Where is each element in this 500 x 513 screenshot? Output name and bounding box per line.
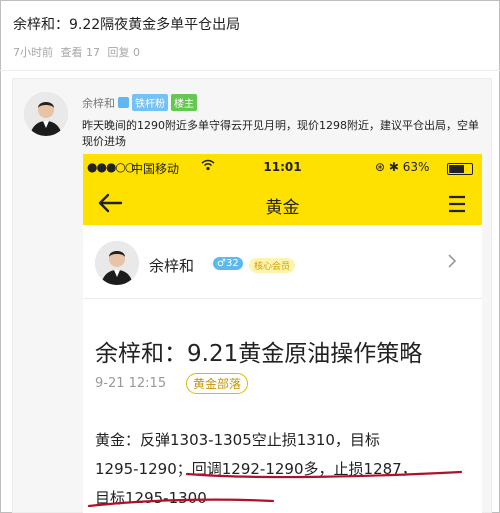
post-meta: 7小时前 查看 17 回复 0 — [13, 44, 144, 60]
avatar[interactable] — [24, 92, 68, 136]
red-underline-annotation — [87, 470, 463, 508]
reply-author[interactable]: 余梓和 — [82, 95, 115, 111]
level-badge-icon — [118, 97, 129, 108]
post-time: 7小时前 — [13, 46, 53, 59]
post-replies: 回复 0 — [107, 46, 141, 59]
post-views: 查看 17 — [60, 46, 101, 59]
embedded-phone-screenshot: ●●●○○ 中国移动 11:01 ⊛ ✱ 63% 黄金 余梓和 ♂32 核心会员… — [83, 154, 482, 513]
fans-tag: 铁杆粉 — [132, 94, 168, 111]
reply-header: 余梓和 铁杆粉 楼主 — [82, 94, 197, 111]
divider — [0, 70, 500, 71]
owner-tag: 楼主 — [171, 94, 197, 111]
post-title[interactable]: 余梓和：9.22隔夜黄金多单平仓出局 — [13, 14, 240, 34]
reply-text: 昨天晚间的1290附近多单守得云开见月明，现价1298附近，建议平仓出局，空单现… — [82, 119, 479, 148]
